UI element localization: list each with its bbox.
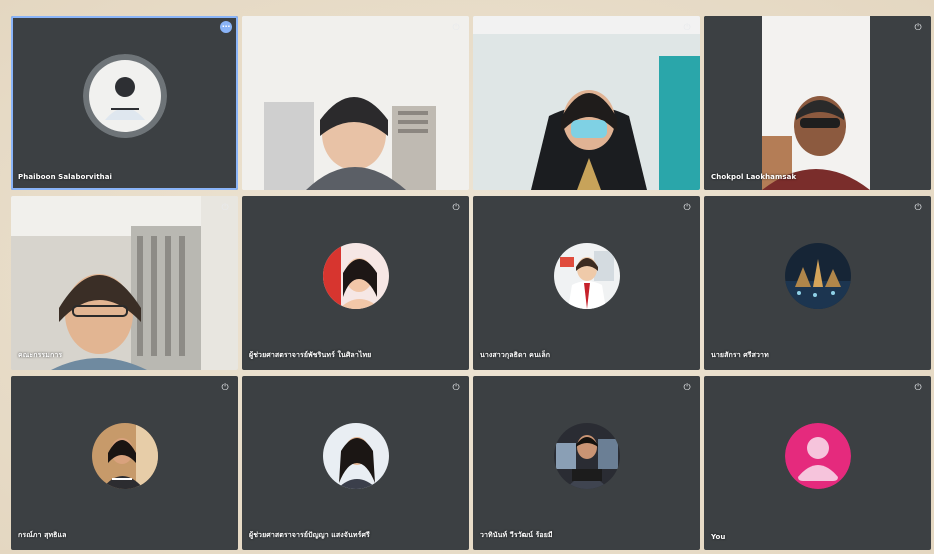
- mic-off-icon: ⏻: [452, 23, 460, 33]
- participant-grid: ⋯ Phaiboon Salaborvithai ⏻ ⏻ ⏻ Chokpol L…: [11, 16, 931, 551]
- participant-video: [11, 196, 238, 370]
- participant-tile[interactable]: ⏻: [242, 16, 469, 190]
- participant-name: คณะกรรมการ: [18, 351, 63, 359]
- participant-tile[interactable]: ⏻ คณะกรรมการ: [11, 196, 238, 370]
- participant-avatar: [322, 423, 389, 490]
- participant-video: [704, 16, 931, 190]
- mic-off-icon: ⏻: [221, 383, 229, 393]
- participant-avatar: [91, 423, 158, 490]
- participant-avatar: [82, 54, 167, 139]
- participant-avatar: [322, 243, 389, 310]
- mic-off-icon: ⏻: [683, 383, 691, 393]
- participant-name: วาทินันท์ วีรวัฒน์ ร้อยมี: [480, 531, 553, 539]
- mic-off-icon: ⏻: [221, 203, 229, 213]
- participant-video: [473, 16, 700, 190]
- participant-tile[interactable]: ⋯ Phaiboon Salaborvithai: [11, 16, 238, 190]
- participant-tile[interactable]: ⏻ วาทินันท์ วีรวัฒน์ ร้อยมี: [473, 376, 700, 550]
- participant-tile[interactable]: ⏻ ผู้ช่วยศาสตราจารย์ปัญญา แสงจันทร์ศรี: [242, 376, 469, 550]
- more-options-icon[interactable]: ⋯: [220, 21, 232, 33]
- participant-name: Phaiboon Salaborvithai: [18, 173, 113, 181]
- participant-tile[interactable]: ⏻ นางสาวกุลธิดา คนเล็ก: [473, 196, 700, 370]
- participant-name: นางสาวกุลธิดา คนเล็ก: [480, 351, 551, 359]
- mic-off-icon: ⏻: [914, 203, 922, 213]
- mic-off-icon: ⏻: [914, 383, 922, 393]
- mic-off-icon: ⏻: [452, 203, 460, 213]
- mic-off-icon: ⏻: [683, 23, 691, 33]
- participant-avatar: [553, 243, 620, 310]
- participant-name: กรณ์ภา สุทธิแล: [18, 531, 67, 539]
- participant-name: You: [711, 533, 726, 541]
- meeting-window: ⋯ Phaiboon Salaborvithai ⏻ ⏻ ⏻ Chokpol L…: [0, 0, 934, 554]
- mic-off-icon: ⏻: [914, 23, 922, 33]
- participant-avatar: [784, 243, 851, 310]
- default-user-avatar-icon: [784, 423, 851, 490]
- participant-video: [242, 16, 469, 190]
- participant-avatar: [553, 423, 620, 490]
- participant-name: นายสักรา ศรีสวาท: [711, 351, 769, 359]
- participant-tile[interactable]: ⏻: [473, 16, 700, 190]
- participant-tile-self[interactable]: ⏻ You: [704, 376, 931, 550]
- mic-off-icon: ⏻: [452, 383, 460, 393]
- participant-name: ผู้ช่วยศาสตราจารย์ปัญญา แสงจันทร์ศรี: [249, 531, 370, 539]
- participant-name: ผู้ช่วยศาสตราจารย์พัชรินทร์ ในศิลาไทย: [249, 351, 372, 359]
- participant-tile[interactable]: ⏻ Chokpol Laokhamsak: [704, 16, 931, 190]
- participant-name: Chokpol Laokhamsak: [711, 173, 797, 181]
- participant-tile[interactable]: ⏻ นายสักรา ศรีสวาท: [704, 196, 931, 370]
- mic-off-icon: ⏻: [683, 203, 691, 213]
- participant-tile[interactable]: ⏻ ผู้ช่วยศาสตราจารย์พัชรินทร์ ในศิลาไทย: [242, 196, 469, 370]
- participant-tile[interactable]: ⏻ กรณ์ภา สุทธิแล: [11, 376, 238, 550]
